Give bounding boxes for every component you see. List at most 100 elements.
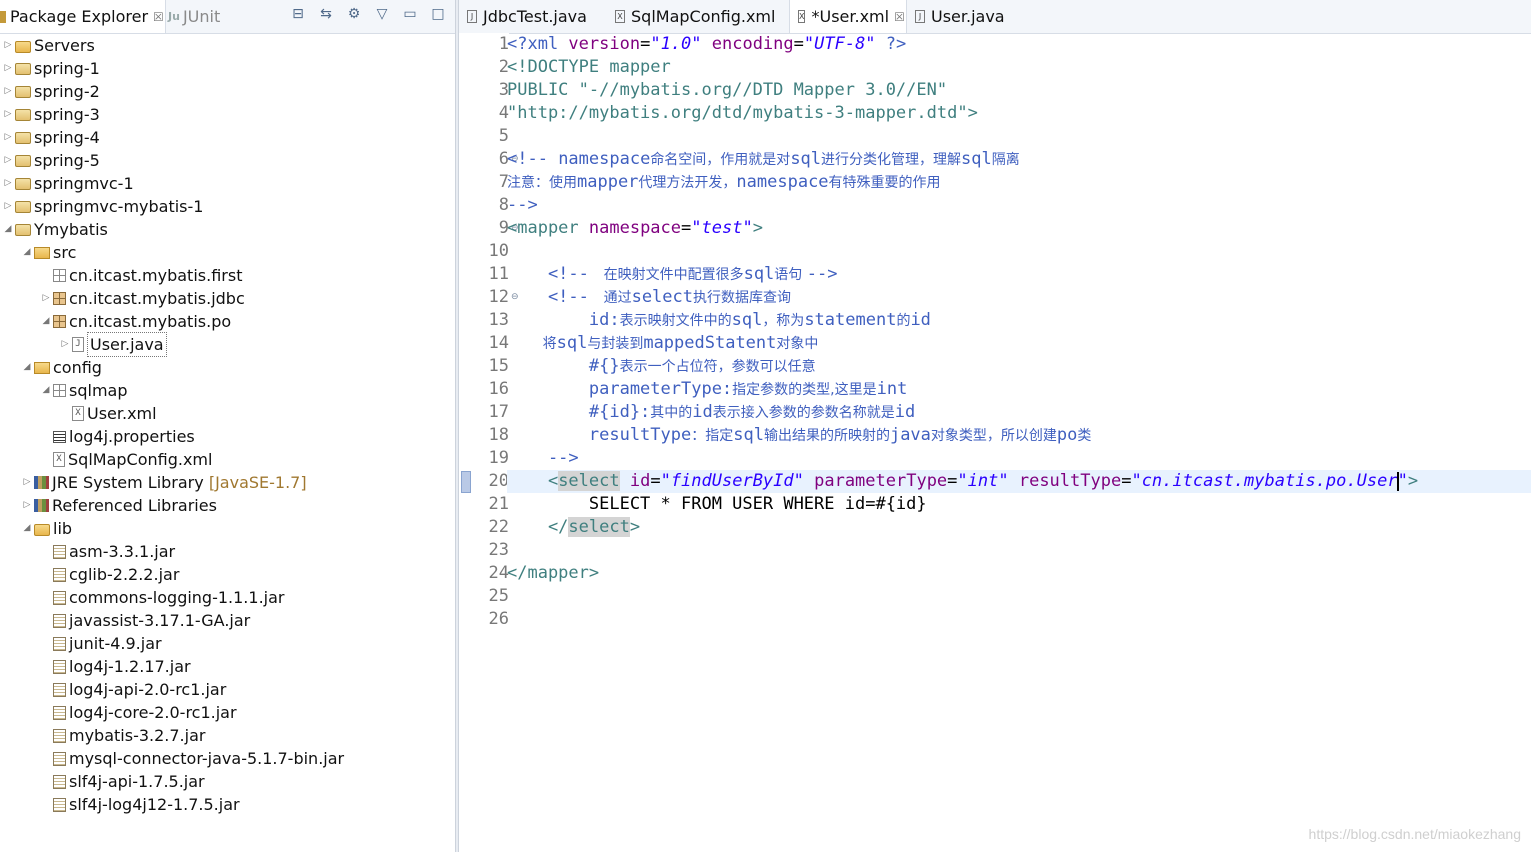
tree-item-label: cn.itcast.mybatis.po [69,312,232,331]
line-number: 26 [488,609,509,629]
tree-item[interactable]: ◢ sqlmap [40,379,128,402]
java-file-icon: J [467,10,477,23]
tree-item-label: User.xml [87,404,157,423]
tab-junit[interactable]: Ju JUnit [168,0,220,33]
expand-arrow-icon[interactable]: ▷ [2,34,14,57]
tree-item[interactable]: ◢ src [21,241,77,264]
tree-item[interactable]: log4j-api-2.0-rc1.jar [40,678,226,701]
line-number: 16 [488,379,509,399]
expand-arrow-icon[interactable]: ▷ [2,103,14,126]
tree-item[interactable]: asm-3.3.1.jar [40,540,175,563]
close-icon[interactable]: ☒ [153,10,164,24]
tree-item[interactable]: log4j.properties [40,425,195,448]
tree-item-label: asm-3.3.1.jar [69,542,176,561]
tree-item[interactable]: slf4j-api-1.7.5.jar [40,770,205,793]
tree-item-label: mysql-connector-java-5.1.7-bin.jar [69,749,345,768]
collapse-arrow-icon[interactable]: ◢ [2,218,14,241]
tree-item[interactable]: ◢ cn.itcast.mybatis.po [40,310,232,333]
tab-jdbctest-java[interactable]: J JdbcTest.java [459,0,607,33]
tree-item[interactable]: ▷ spring-2 [2,80,100,103]
line-number: 20 [488,471,509,491]
tab-user-xml[interactable]: X *User.xml ☒ [789,0,907,33]
annotation-ruler [459,33,472,852]
tab-package-explorer[interactable]: Package Explorer ☒ [0,0,166,33]
jar-file-icon [53,590,66,605]
tree-item[interactable]: mybatis-3.2.7.jar [40,724,205,747]
code-line: #{id}:其中的id表示接入参数的参数名称就是id [507,402,916,422]
tree-item[interactable]: X User.xml [59,402,157,425]
view-menu-icon[interactable]: ▽ [375,6,389,22]
expand-arrow-icon[interactable]: ▷ [21,471,33,494]
tree-item[interactable]: ▷ springmvc-1 [2,172,134,195]
tree-item-label: cn.itcast.mybatis.first [69,266,243,285]
tree-item[interactable]: ◢ config [21,356,102,379]
tree-item[interactable]: ▷ cn.itcast.mybatis.jdbc [40,287,245,310]
collapse-all-icon[interactable]: ⊟ [291,6,305,22]
tab-user-java[interactable]: J User.java [907,0,1017,33]
tree-item[interactable]: log4j-1.2.17.jar [40,655,191,678]
expand-arrow-icon[interactable]: ▷ [59,333,71,356]
tree-item[interactable]: mysql-connector-java-5.1.7-bin.jar [40,747,344,770]
expand-arrow-icon[interactable]: ▷ [2,126,14,149]
expand-arrow-icon[interactable]: ▷ [2,57,14,80]
jar-file-icon [53,567,66,582]
package-icon [53,269,66,282]
tree-item[interactable]: ◢ Ymybatis [2,218,108,241]
tree-item[interactable]: ▷ JRE System Library [JavaSE-1.7] [21,471,307,494]
tree-item[interactable]: ▷ springmvc-mybatis-1 [2,195,204,218]
collapse-arrow-icon[interactable]: ◢ [21,241,33,264]
tree-item[interactable]: log4j-core-2.0-rc1.jar [40,701,237,724]
tree-item-label: cn.itcast.mybatis.jdbc [69,289,245,308]
jar-file-icon [53,728,66,743]
tree-item[interactable]: ▷ spring-1 [2,57,100,80]
line-number: 18 [488,425,509,445]
expand-arrow-icon[interactable]: ▷ [21,494,33,517]
expand-arrow-icon[interactable]: ▷ [2,172,14,195]
tree-item[interactable]: ▷ J User.java [59,332,167,357]
tab-sqlmapconfig-xml[interactable]: X SqlMapConfig.xml [607,0,789,33]
close-icon[interactable]: ☒ [894,10,905,24]
filter-icon[interactable]: ⚙ [347,6,361,22]
minimize-icon[interactable]: ▭ [403,6,417,22]
tab-junit-label: JUnit [182,7,221,26]
code-text-area[interactable]: <?xml version="1.0" encoding="UTF-8" ?> … [507,33,1531,852]
code-line: 将sql与封装到mappedStatent对象中 [507,333,819,353]
tree-item[interactable]: commons-logging-1.1.1.jar [40,586,284,609]
collapse-arrow-icon[interactable]: ◢ [40,310,52,333]
tree-item[interactable]: cn.itcast.mybatis.first [40,264,242,287]
tree-item[interactable]: cglib-2.2.2.jar [40,563,179,586]
tree-item[interactable]: ▷ spring-4 [2,126,100,149]
tree-item-label: spring-1 [34,59,100,78]
line-number: 23 [488,540,509,560]
tree-item[interactable]: ▷ spring-5 [2,149,100,172]
tree-item[interactable]: ▷ Servers [2,34,95,57]
tree-item[interactable]: javassist-3.17.1-GA.jar [40,609,250,632]
tree-item[interactable]: X SqlMapConfig.xml [40,448,212,471]
maximize-icon[interactable]: □ [431,6,445,22]
line-number: 4 [498,103,509,123]
project-icon [15,108,31,121]
expand-arrow-icon[interactable]: ▷ [2,80,14,103]
tree-item[interactable]: ▷ spring-3 [2,103,100,126]
jar-file-icon [53,774,66,789]
tree-item[interactable]: slf4j-log4j12-1.7.5.jar [40,793,240,816]
collapse-arrow-icon[interactable]: ◢ [21,356,33,379]
expand-arrow-icon[interactable]: ▷ [2,195,14,218]
jre-version-label: [JavaSE-1.7] [208,473,307,492]
junit-icon: Ju [168,10,180,23]
line-number: 9 [498,218,509,238]
project-icon [15,154,31,167]
tree-item-label: spring-2 [34,82,100,101]
tree-item-label: User.java [87,332,167,357]
link-with-editor-icon[interactable]: ⇆ [319,6,333,22]
tree-item[interactable]: ▷ Referenced Libraries [21,494,217,517]
tree-item[interactable]: junit-4.9.jar [40,632,162,655]
editor-tab-bar: J JdbcTest.java X SqlMapConfig.xml X *User.… [459,0,1531,34]
expand-arrow-icon[interactable]: ▷ [40,287,52,310]
tree-item[interactable]: ◢ lib [21,517,73,540]
code-line: <!-- 在映射文件中配置很多sql语句 --> [507,264,838,284]
collapse-arrow-icon[interactable]: ◢ [40,379,52,402]
collapse-arrow-icon[interactable]: ◢ [21,517,33,540]
expand-arrow-icon[interactable]: ▷ [2,149,14,172]
tree-item-label: config [53,358,102,377]
